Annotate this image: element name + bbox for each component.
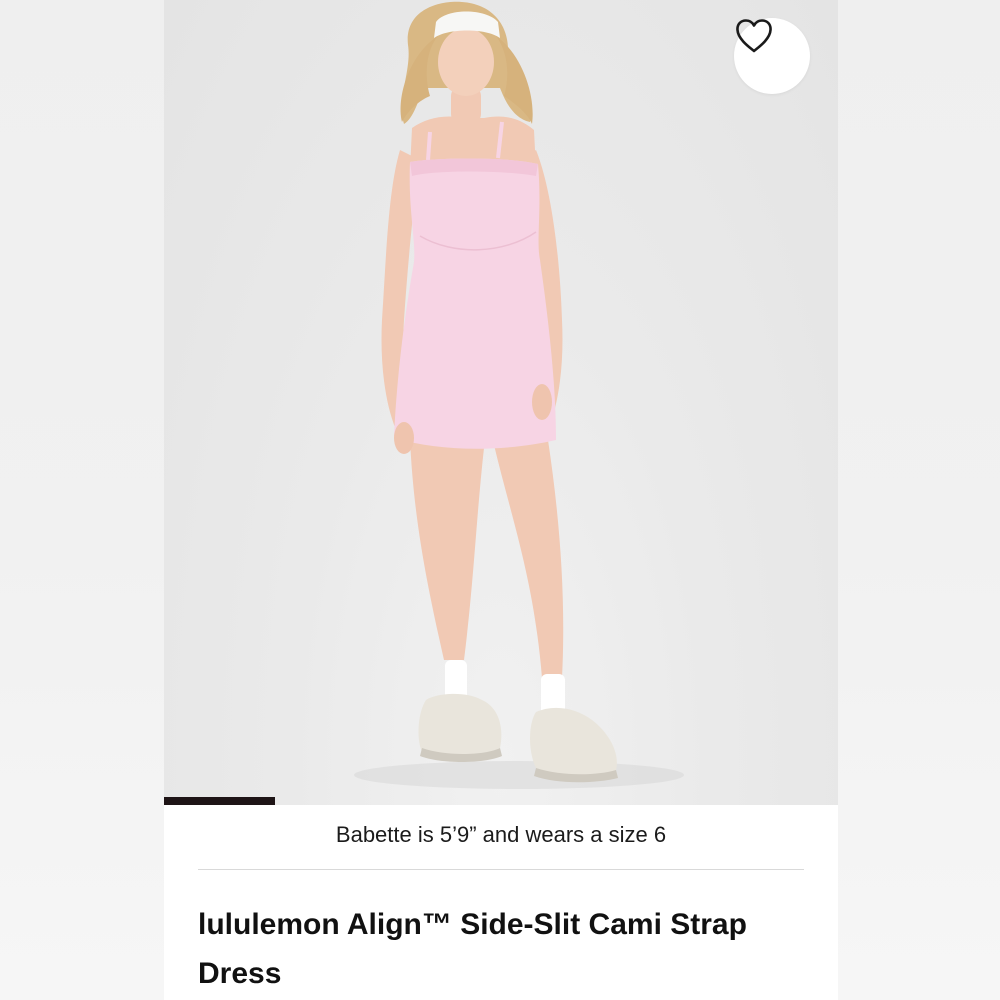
- divider: [198, 869, 804, 870]
- model-illustration: [354, 1, 684, 789]
- product-title: lululemon Align™ Side-Slit Cami Strap Dr…: [198, 908, 747, 990]
- product-card: Babette is 5’9” and wears a size 6 lulul…: [164, 0, 838, 1000]
- favorite-button[interactable]: [734, 18, 810, 94]
- heart-outline-icon: [736, 19, 772, 53]
- gallery-progress: [164, 797, 838, 805]
- model-size-note: Babette is 5’9” and wears a size 6: [335, 822, 667, 847]
- product-image[interactable]: [164, 0, 838, 805]
- gallery-progress-fill: [164, 797, 276, 805]
